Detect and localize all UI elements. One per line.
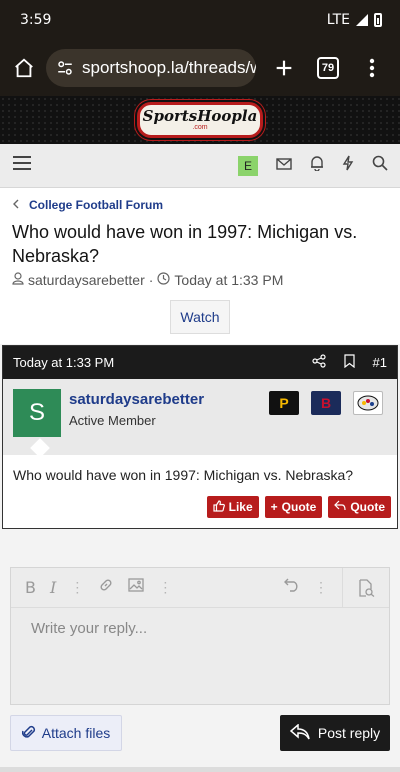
thread-author[interactable]: saturdaysarebetter xyxy=(28,272,145,288)
url-bar[interactable]: sportshoop.la/threads/w xyxy=(46,49,256,87)
reply-placeholder: Write your reply... xyxy=(31,620,148,637)
post-username[interactable]: saturdaysarebetter xyxy=(69,391,204,408)
attach-files-label: Attach files xyxy=(41,725,111,741)
more-text-options-icon[interactable]: ⋮ xyxy=(70,579,84,596)
link-icon[interactable] xyxy=(98,577,114,598)
home-icon[interactable] xyxy=(10,54,38,82)
paperclip-icon xyxy=(21,724,36,743)
more-editor-options-icon[interactable]: ⋮ xyxy=(314,579,328,596)
post-reply-label: Post reply xyxy=(317,725,381,741)
tab-count: 79 xyxy=(317,57,339,79)
italic-icon[interactable]: I xyxy=(50,578,56,597)
reply-icon xyxy=(334,500,346,514)
url-text: sportshoop.la/threads/w xyxy=(82,58,256,77)
steelers-logo xyxy=(353,391,383,415)
post-header: Today at 1:33 PM #1 xyxy=(3,346,397,379)
breadcrumb[interactable]: College Football Forum xyxy=(12,198,163,212)
breadcrumb-link[interactable]: College Football Forum xyxy=(29,198,163,212)
multi-quote-button[interactable]: + Quote xyxy=(264,496,323,518)
post-number[interactable]: #1 xyxy=(373,355,387,370)
site-logo[interactable]: SportsHoopla .com xyxy=(137,102,263,138)
share-icon[interactable] xyxy=(311,354,326,371)
bell-icon[interactable] xyxy=(310,155,324,176)
site-banner: SportsHoopla .com xyxy=(0,96,400,144)
like-button[interactable]: Like xyxy=(206,496,259,518)
plus-icon: + xyxy=(270,500,278,514)
new-tab-icon[interactable] xyxy=(270,54,298,82)
clock-icon xyxy=(157,272,171,288)
tab-switcher-button[interactable]: 79 xyxy=(314,54,342,82)
logo-sub: .com xyxy=(192,124,208,131)
thumbs-up-icon xyxy=(213,499,225,515)
logo-text: SportsHoopla xyxy=(142,107,258,125)
user-avatar-badge[interactable]: E xyxy=(238,155,258,176)
bolt-icon[interactable] xyxy=(342,155,354,176)
page-title: Who would have won in 1997: Michigan vs.… xyxy=(12,222,358,266)
post-user-bar: S saturdaysarebetter Active Member P B xyxy=(3,379,397,458)
bookmark-icon[interactable] xyxy=(343,354,355,371)
quote-button[interactable]: Quote xyxy=(328,496,391,518)
quote-label: Quote xyxy=(350,500,385,514)
network-label: LTE xyxy=(326,12,350,28)
undo-icon[interactable] xyxy=(284,578,300,597)
user-title: Active Member xyxy=(69,413,156,428)
post-reply-button[interactable]: Post reply xyxy=(280,715,390,751)
pirates-logo: P xyxy=(269,391,299,415)
like-label: Like xyxy=(228,500,253,514)
battery-icon xyxy=(374,13,382,27)
browser-toolbar: sportshoop.la/threads/w 79 xyxy=(0,40,400,96)
signal-icon xyxy=(356,14,368,26)
attach-files-button[interactable]: Attach files xyxy=(10,715,122,751)
status-time: 3:59 xyxy=(20,12,52,28)
meta-separator: · xyxy=(148,272,154,288)
status-icons: LTE xyxy=(327,12,382,28)
mail-icon[interactable] xyxy=(276,157,292,175)
post-actions: Like + Quote Quote xyxy=(206,496,391,518)
preview-icon[interactable] xyxy=(342,567,375,608)
site-nav: E xyxy=(0,144,400,188)
avatar[interactable]: S xyxy=(13,389,61,437)
status-bar: 3:59 LTE xyxy=(0,0,400,40)
user-icon xyxy=(12,272,24,288)
site-settings-icon[interactable] xyxy=(56,59,74,77)
reply-editor[interactable]: B I ⋮ ⋮ ⋮ Write your reply... xyxy=(10,567,390,705)
post-time[interactable]: Today at 1:33 PM xyxy=(13,355,114,370)
thread-meta: saturdaysarebetter · Today at 1:33 PM xyxy=(12,272,283,288)
red-sox-logo: B xyxy=(311,391,341,415)
thread-header: College Football Forum Who would have wo… xyxy=(0,188,400,344)
editor-toolbar: B I ⋮ ⋮ ⋮ xyxy=(11,567,389,608)
chevron-left-icon xyxy=(12,198,19,212)
bottom-divider xyxy=(0,767,400,772)
multi-quote-label: Quote xyxy=(281,500,317,514)
thread-time[interactable]: Today at 1:33 PM xyxy=(174,272,283,288)
menu-icon[interactable] xyxy=(12,155,32,176)
bold-icon[interactable]: B xyxy=(25,578,36,597)
reply-icon xyxy=(289,722,310,743)
post: Today at 1:33 PM #1 S saturdaysarebetter… xyxy=(2,345,398,529)
search-icon[interactable] xyxy=(372,155,388,176)
avatar-pointer xyxy=(30,438,50,458)
post-body: Who would have won in 1997: Michigan vs.… xyxy=(13,467,354,483)
more-insert-options-icon[interactable]: ⋮ xyxy=(158,579,172,596)
watch-button[interactable]: Watch xyxy=(170,300,230,334)
reply-area: B I ⋮ ⋮ ⋮ Write your reply... Attach fil… xyxy=(0,555,400,772)
more-options-icon[interactable] xyxy=(358,54,386,82)
image-icon[interactable] xyxy=(128,578,144,597)
